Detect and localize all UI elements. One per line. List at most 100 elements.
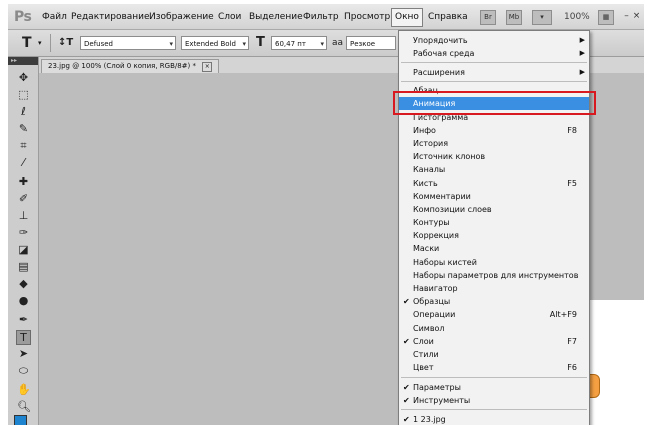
menu-item-label: Образцы <box>413 297 451 306</box>
orientation-icon[interactable]: ↕T <box>58 37 73 48</box>
menu-item-actions[interactable]: Операции Alt+F9 <box>399 308 589 321</box>
arrange-icon[interactable]: ▦ <box>598 10 614 25</box>
menu-item-info[interactable]: Инфо F8 <box>399 124 589 137</box>
menu-item-label: 1 23.jpg <box>413 415 446 424</box>
checkmark-icon: ✔ <box>403 337 410 346</box>
zoom-level[interactable]: 100% <box>564 12 590 22</box>
menu-edit[interactable]: Редактирование <box>71 12 150 22</box>
menu-separator <box>401 377 587 378</box>
dodge-tool-icon[interactable]: ● <box>17 294 30 307</box>
move-tool-icon[interactable]: ✥ <box>17 71 30 84</box>
gradient-tool-icon[interactable]: ▤ <box>17 260 30 273</box>
menu-help[interactable]: Справка <box>428 12 468 22</box>
foreground-color-swatch[interactable] <box>14 415 27 425</box>
menu-item-styles[interactable]: Стили <box>399 348 589 361</box>
font-size-select[interactable]: 60,47 пт ▾ <box>271 36 327 50</box>
divider <box>50 34 51 52</box>
menu-item-notes[interactable]: Комментарии <box>399 190 589 203</box>
menu-item-open-document[interactable]: ✔ 1 23.jpg <box>399 413 589 425</box>
menu-item-masks[interactable]: Маски <box>399 242 589 255</box>
menu-filter[interactable]: Фильтр <box>303 12 339 22</box>
history-brush-tool-icon[interactable]: ✑ <box>17 226 30 239</box>
checkmark-icon: ✔ <box>403 297 410 306</box>
document-tab-title: 23.jpg @ 100% (Слой 0 копия, RGB/8#) * <box>48 62 197 70</box>
submenu-arrow-icon: ▶ <box>579 49 585 57</box>
menu-layers[interactable]: Слои <box>218 12 241 22</box>
eyedropper-tool-icon[interactable]: ⁄ <box>17 156 30 169</box>
menu-item-paths[interactable]: Контуры <box>399 216 589 229</box>
clone-stamp-tool-icon[interactable]: ⊥ <box>17 209 30 222</box>
eraser-tool-icon[interactable]: ◪ <box>17 243 30 256</box>
menu-bar: Ps Файл Редактирование Изображение Слои … <box>8 4 644 30</box>
chevron-down-icon: ▾ <box>169 40 173 48</box>
type-tool-icon[interactable]: T <box>22 35 32 51</box>
menu-file[interactable]: Файл <box>42 12 67 22</box>
close-icon[interactable]: × <box>202 62 213 72</box>
menu-item-brush-presets[interactable]: Наборы кистей <box>399 256 589 269</box>
tools-panel-header[interactable]: ▸▸ <box>8 57 38 65</box>
path-select-tool-icon[interactable]: ➤ <box>17 347 30 360</box>
menu-separator <box>401 409 587 410</box>
menu-item-character[interactable]: Символ <box>399 322 589 335</box>
zoom-tool-icon[interactable]: 🔍︎ <box>17 400 31 413</box>
font-family-select[interactable]: Defused ▾ <box>80 36 176 50</box>
menu-item-layers[interactable]: ✔ Слои F7 <box>399 335 589 348</box>
document-tab[interactable]: 23.jpg @ 100% (Слой 0 копия, RGB/8#) * × <box>41 59 220 73</box>
chevron-down-icon: ▾ <box>242 40 246 48</box>
menu-item-options[interactable]: ✔ Параметры <box>399 381 589 394</box>
menu-item-arrange[interactable]: Упорядочить ▶ <box>399 34 589 47</box>
shape-tool-icon[interactable]: ⬭ <box>17 364 30 377</box>
brush-tool-icon[interactable]: ✐ <box>17 192 30 205</box>
menu-item-adjustments[interactable]: Коррекция <box>399 229 589 242</box>
menu-item-brush[interactable]: Кисть F5 <box>399 177 589 190</box>
close-window-icon[interactable]: × <box>630 10 643 23</box>
healing-brush-tool-icon[interactable]: ✚ <box>17 175 30 188</box>
antialias-value: Резкое <box>350 40 376 48</box>
menu-item-clone-source[interactable]: Источник клонов <box>399 150 589 163</box>
antialias-select[interactable]: Резкое <box>346 36 396 50</box>
menu-item-tool-presets[interactable]: Наборы параметров для инструментов <box>399 269 589 282</box>
menu-item-shortcut: F8 <box>567 126 577 135</box>
bridge-icon[interactable]: Br <box>480 10 496 25</box>
menu-item-layer-comps[interactable]: Композиции слоев <box>399 203 589 216</box>
menu-item-channels[interactable]: Каналы <box>399 163 589 176</box>
menu-item-label: Слои <box>413 337 434 346</box>
menu-item-label: Операции <box>413 310 456 319</box>
menu-item-history[interactable]: История <box>399 137 589 150</box>
menu-item-label: Композиции слоев <box>413 205 492 214</box>
pen-tool-icon[interactable]: ✒ <box>17 313 30 326</box>
chevron-down-icon: ▾ <box>320 40 324 48</box>
crop-tool-icon[interactable]: ⌗ <box>17 139 30 152</box>
mini-bridge-icon[interactable]: Mb <box>506 10 522 25</box>
font-size-icon: T <box>256 35 265 50</box>
type-tool-icon[interactable]: T <box>16 330 31 345</box>
menu-item-navigator[interactable]: Навигатор <box>399 282 589 295</box>
menu-item-label: Стили <box>413 350 439 359</box>
menu-item-tools[interactable]: ✔ Инструменты <box>399 394 589 407</box>
menu-item-label: Наборы параметров для инструментов <box>413 271 579 280</box>
tools-panel: ▸▸ ✥ ⬚ ℓ ✎ ⌗ ⁄ ✚ ✐ ⊥ ✑ ◪ ▤ ◆ ● ✒ T ➤ ⬭ ✋… <box>8 57 39 425</box>
menu-item-shortcut: F7 <box>567 337 577 346</box>
annotation-highlight-box <box>393 91 596 115</box>
quick-select-tool-icon[interactable]: ✎ <box>17 122 30 135</box>
menu-select[interactable]: Выделение <box>249 12 303 22</box>
checkmark-icon: ✔ <box>403 383 410 392</box>
menu-item-extensions[interactable]: Расширения ▶ <box>399 66 589 79</box>
marquee-tool-icon[interactable]: ⬚ <box>17 88 30 101</box>
font-style-select[interactable]: Extended Bold ▾ <box>181 36 249 50</box>
menu-view[interactable]: Просмотр <box>344 12 390 22</box>
menu-item-label: Маски <box>413 244 440 253</box>
tool-preset-caret-icon[interactable]: ▾ <box>38 39 42 47</box>
menu-item-label: Цвет <box>413 363 434 372</box>
blur-tool-icon[interactable]: ◆ <box>17 277 30 290</box>
menu-item-swatches[interactable]: ✔ Образцы <box>399 295 589 308</box>
menu-item-workspace[interactable]: Рабочая среда ▶ <box>399 47 589 60</box>
menu-item-color[interactable]: Цвет F6 <box>399 361 589 374</box>
view-extras-icon[interactable]: ▾ <box>532 10 552 25</box>
menu-item-shortcut: F6 <box>567 363 577 372</box>
lasso-tool-icon[interactable]: ℓ <box>17 105 30 118</box>
hand-tool-icon[interactable]: ✋ <box>17 383 31 396</box>
menu-item-label: Упорядочить <box>413 36 468 45</box>
menu-window[interactable]: Окно <box>391 8 423 27</box>
menu-image[interactable]: Изображение <box>149 12 214 22</box>
